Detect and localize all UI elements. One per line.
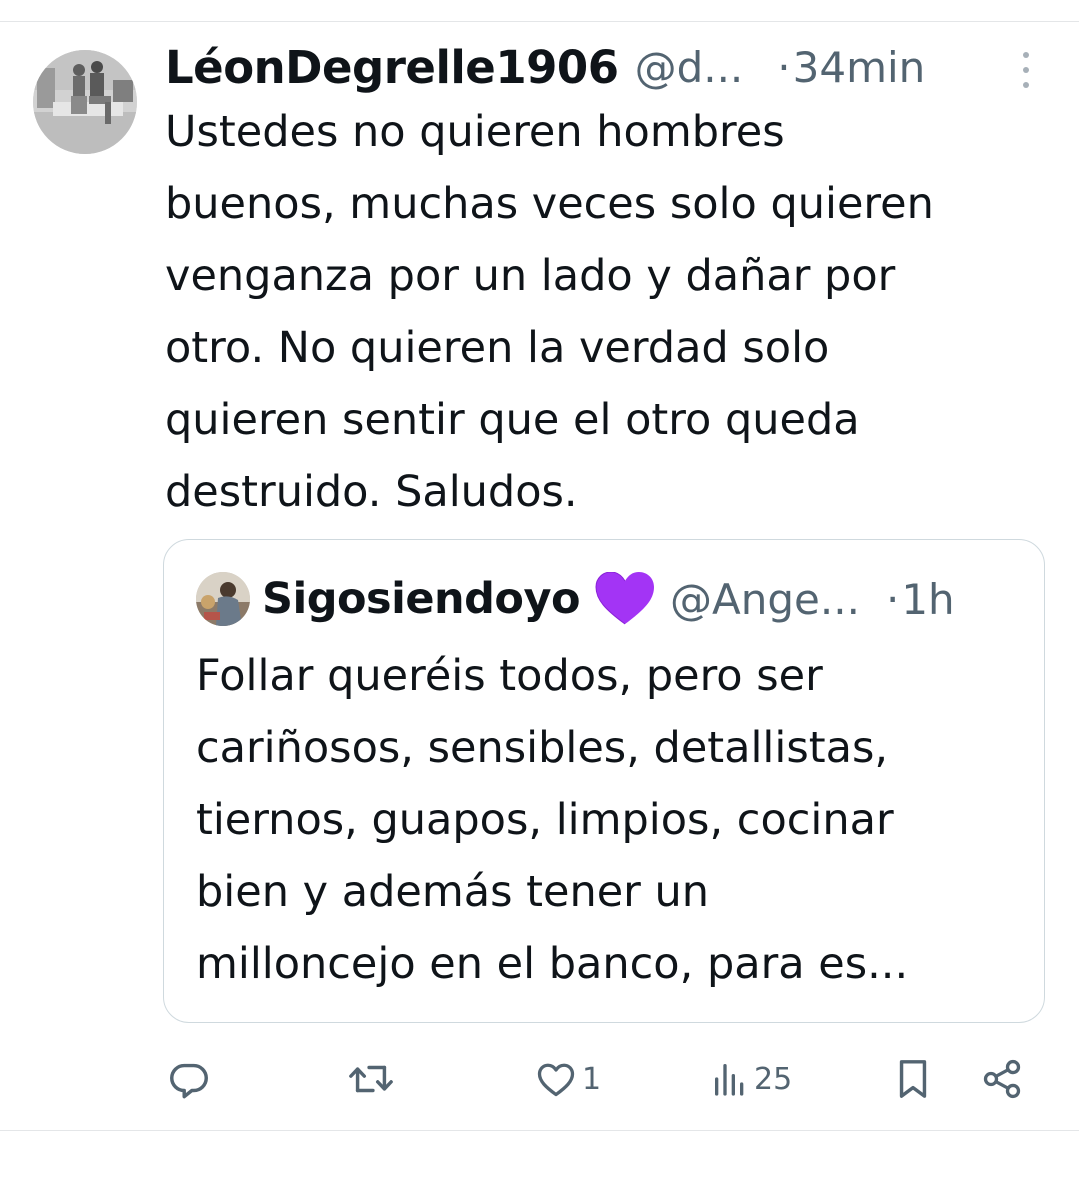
views-count: 25	[754, 1061, 793, 1097]
views-icon	[715, 1064, 744, 1096]
tweet-text: Ustedes no quieren hombres buenos, mucha…	[165, 107, 934, 517]
quoted-author-avatar	[196, 572, 250, 626]
quoted-author-handle: @Ange...	[670, 574, 860, 624]
quoted-tweet-text: Follar queréis todos, pero ser cariñosos…	[196, 651, 909, 989]
quoted-tweet-timestamp: 1h	[901, 574, 955, 624]
separator-dot: ·	[777, 42, 791, 92]
retweet-button[interactable]	[346, 1052, 396, 1106]
quoted-tweet-card[interactable]: Sigosiendoyo @Ange... · 1h Follar queréi…	[163, 539, 1045, 1023]
author-avatar[interactable]	[33, 50, 137, 154]
share-icon	[983, 1059, 1021, 1099]
heart-icon	[537, 1063, 575, 1097]
quoted-tweet-header: Sigosiendoyo @Ange... · 1h	[262, 564, 1032, 634]
like-button[interactable]: 1	[534, 1052, 601, 1106]
bookmark-button[interactable]	[892, 1052, 934, 1106]
author-name[interactable]: LéonDegrelle1906	[165, 41, 619, 94]
quoted-separator-dot: ·	[885, 574, 900, 624]
purple-heart-icon	[594, 572, 656, 626]
reply-button[interactable]	[166, 1052, 212, 1106]
bottom-divider	[0, 1130, 1079, 1131]
quoted-avatar-photo	[196, 572, 250, 626]
top-divider	[0, 21, 1079, 22]
views-button[interactable]: 25	[710, 1052, 792, 1106]
share-button[interactable]	[980, 1052, 1024, 1106]
avatar-photo	[33, 50, 137, 154]
reply-icon	[170, 1063, 208, 1099]
bookmark-icon	[899, 1060, 927, 1098]
tweet-timestamp[interactable]: 34min	[793, 43, 926, 92]
more-options-icon[interactable]	[1018, 52, 1034, 88]
author-handle[interactable]: @d...	[635, 43, 744, 92]
like-count: 1	[582, 1061, 602, 1097]
quoted-author-name: Sigosiendoyo	[262, 574, 581, 624]
tweet-header: LéonDegrelle1906 @d... · 34min	[165, 34, 1045, 100]
retweet-icon	[349, 1065, 393, 1093]
